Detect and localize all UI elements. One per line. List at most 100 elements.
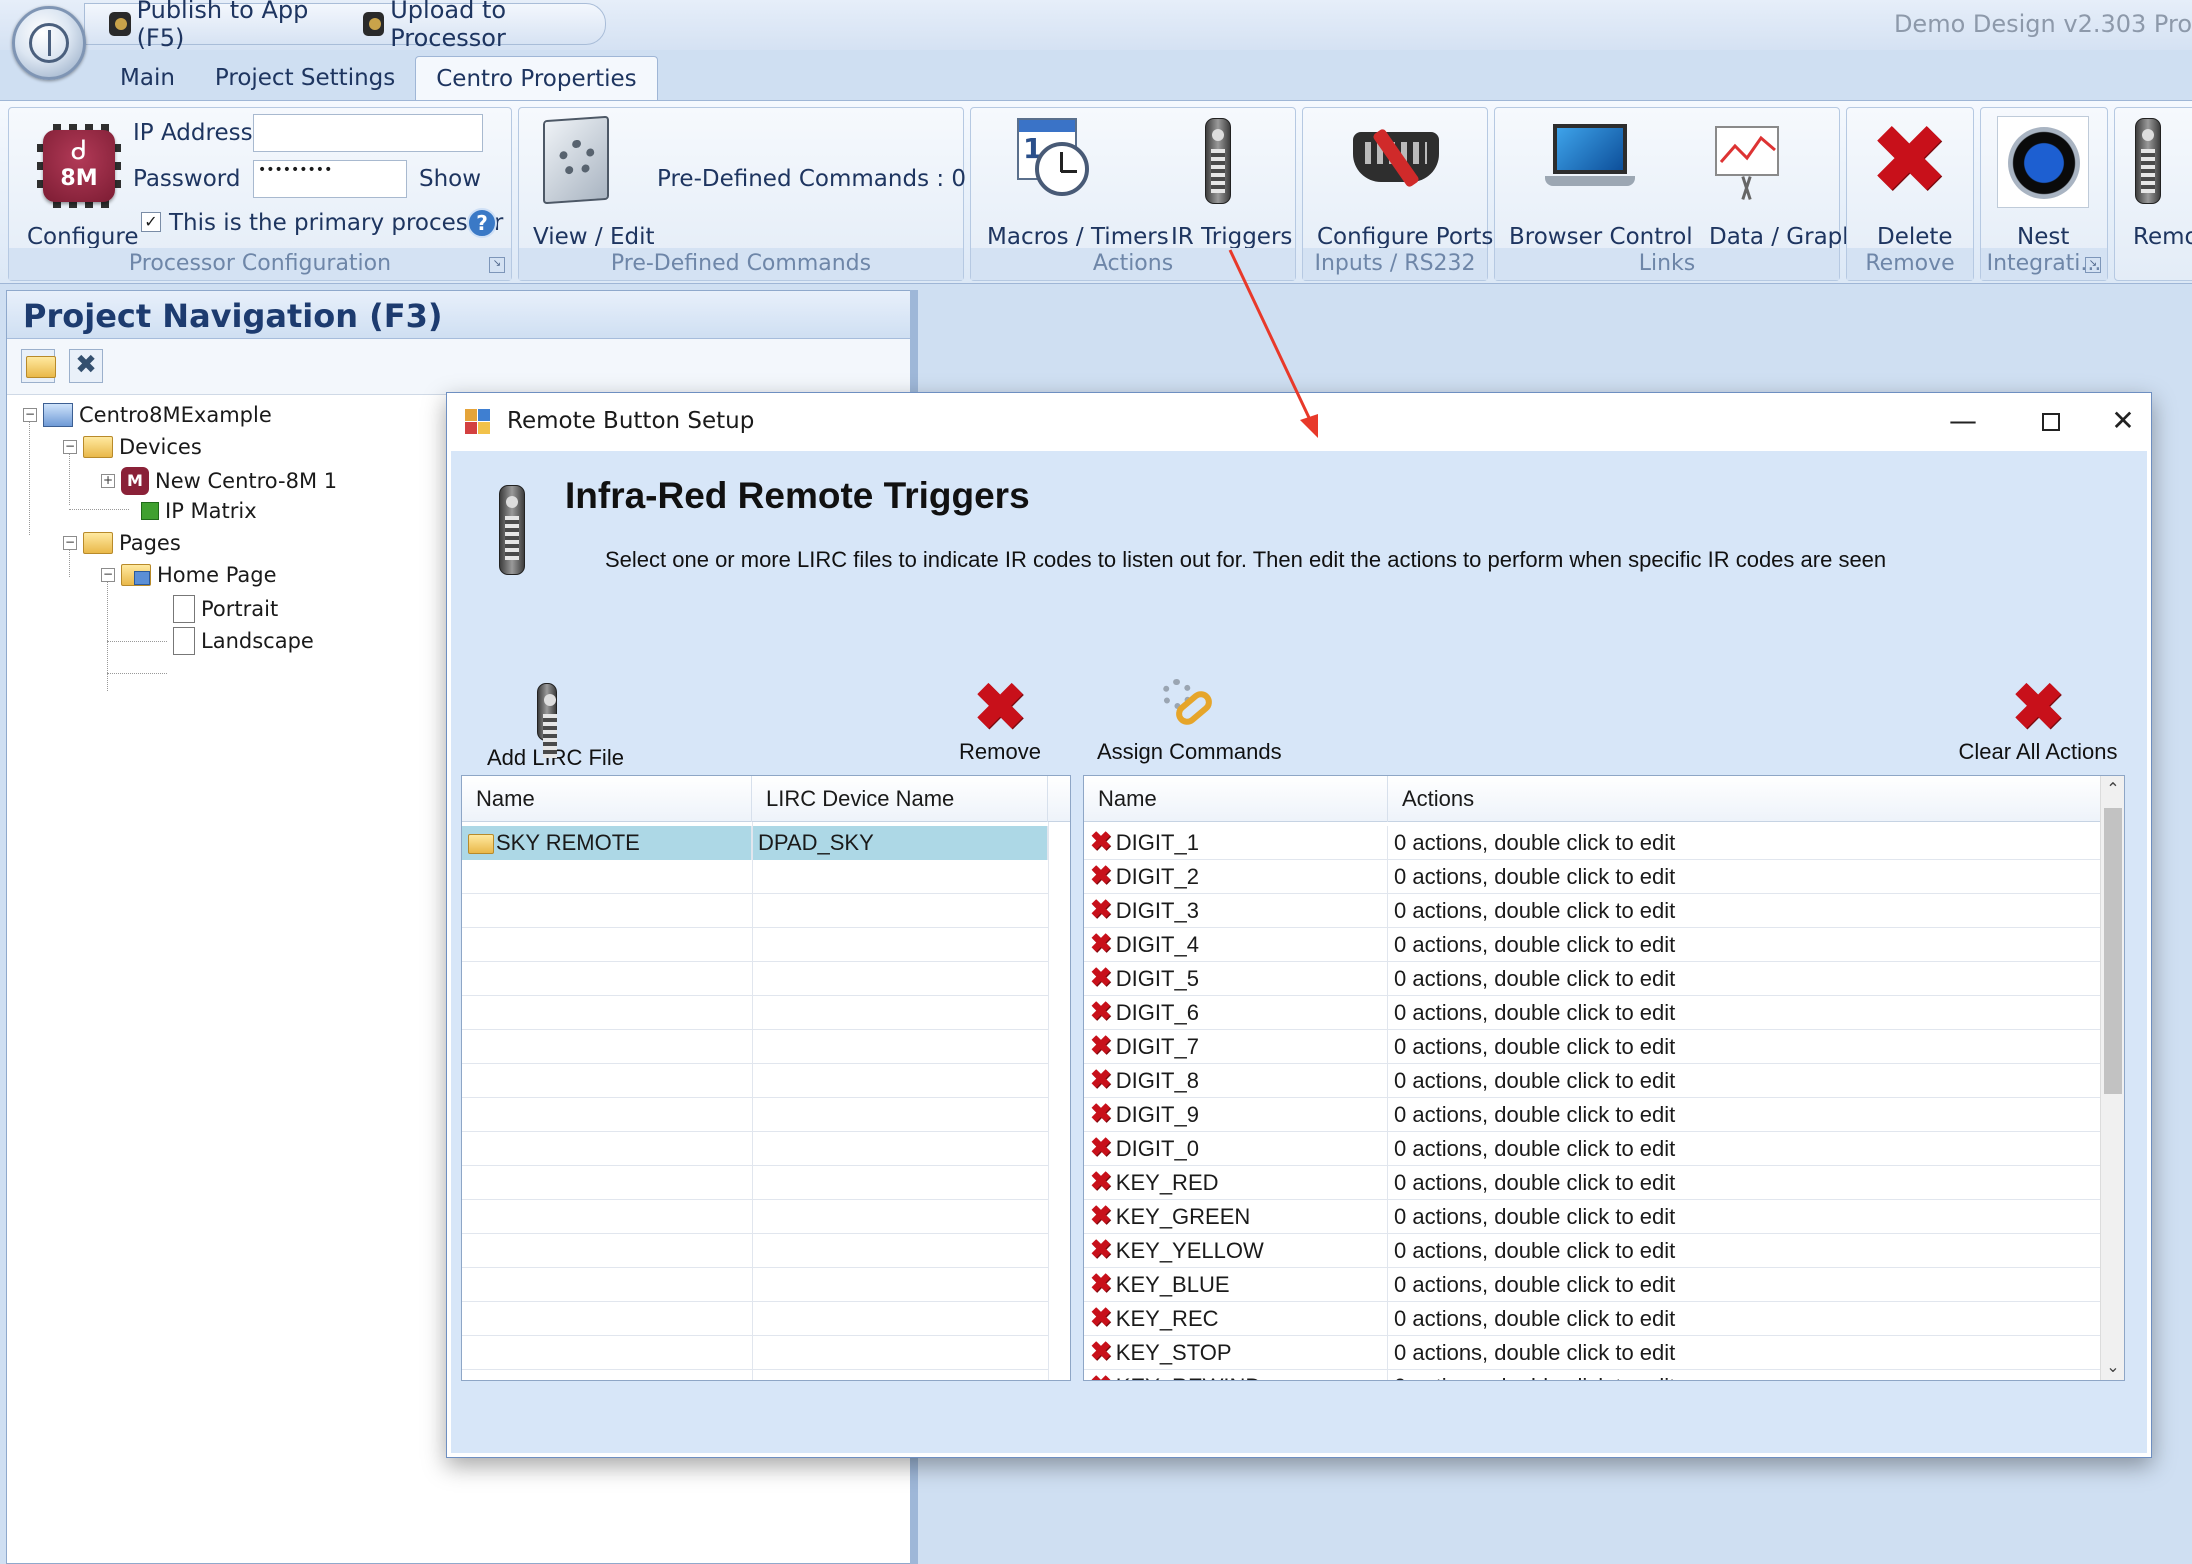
column-header-name[interactable]: Name [462,776,752,822]
delete-button[interactable]: Delete [1877,224,1953,250]
minimize-button[interactable]: — [1941,401,1985,441]
close-project-button[interactable]: ✖ [69,349,103,383]
ir-code-row[interactable]: ✖ DIGIT_8 0 actions, double click to edit [1084,1064,2102,1098]
remote-icon [2135,118,2161,204]
publish-to-app-button[interactable]: Publish to App (F5) [109,0,341,52]
close-x-icon: ✖ [75,350,97,380]
tree-item-ip-matrix[interactable]: IP Matrix [141,499,257,523]
actions-group: 1 Macros / Timers IR Triggers Actions [970,107,1296,281]
empty-row [462,1302,1048,1336]
primary-processor-checkbox[interactable]: ✓ [141,212,161,232]
integration-launcher-icon[interactable]: ↘ [2085,257,2101,273]
tab-main[interactable]: Main [100,56,195,100]
no-action-x-icon: ✖ [1090,1268,1112,1298]
ip-address-input[interactable] [253,114,483,152]
tree-item-home-page[interactable]: − Home Page [101,563,277,587]
ir-code-row[interactable]: ✖ DIGIT_7 0 actions, double click to edit [1084,1030,2102,1064]
clear-all-actions-button[interactable]: ✖ Clear All Actions [1953,675,2123,765]
column-header-code-name[interactable]: Name [1084,776,1388,822]
ir-code-name-cell: ✖ KEY_REWIND [1084,1370,1388,1380]
nest-button[interactable]: Nest [2017,224,2069,250]
ir-code-row[interactable]: ✖ DIGIT_9 0 actions, double click to edit [1084,1098,2102,1132]
ir-code-name-cell: ✖ KEY_YELLOW [1084,1234,1388,1268]
scroll-down-icon[interactable]: ⌄ [2101,1354,2124,1380]
collapse-icon[interactable]: − [23,408,37,422]
inputs-rs232-group: Configure Ports Inputs / RS232 [1302,107,1493,281]
application-menu-button[interactable] [12,6,86,80]
delete-x-icon: ✖ [1869,104,1950,216]
ir-remote-icon [1205,118,1231,204]
ir-code-name-cell: ✖ KEY_GREEN [1084,1200,1388,1234]
ir-code-row[interactable]: ✖ DIGIT_4 0 actions, double click to edit [1084,928,2102,962]
tab-centro-properties[interactable]: Centro Properties [415,56,658,100]
ir-code-row[interactable]: ✖ KEY_REC 0 actions, double click to edit [1084,1302,2102,1336]
remote-button[interactable]: Remo [2133,224,2192,250]
lirc-device-cell: DPAD_SKY [752,826,1048,860]
tree-item-project[interactable]: − Centro8MExample [23,403,272,427]
password-input[interactable]: ••••••••• [253,160,407,198]
ir-code-actions-cell: 0 actions, double click to edit [1394,1204,1676,1229]
vertical-scrollbar[interactable]: ⌃ ⌄ [2100,776,2124,1380]
no-action-x-icon: ✖ [1090,860,1112,890]
primary-processor-label: This is the primary processor [169,210,504,236]
ir-code-name: DIGIT_0 [1115,1136,1199,1161]
close-button[interactable]: ✕ [2101,401,2145,441]
macros-timers-button[interactable]: Macros / Timers [987,224,1169,250]
dialog-titlebar: Remote Button Setup — ✕ [447,393,2151,451]
lirc-table-row[interactable]: SKY REMOTE DPAD_SKY [462,826,1048,860]
assign-commands-button[interactable]: Assign Commands [1097,675,1282,765]
tree-item-portrait[interactable]: Portrait [173,595,278,623]
ir-code-actions-cell: 0 actions, double click to edit [1394,1034,1676,1059]
assign-gear-link-icon [1152,675,1222,739]
tree-item-pages[interactable]: − Pages [63,531,181,555]
ir-code-row[interactable]: ✖ DIGIT_6 0 actions, double click to edit [1084,996,2102,1030]
ir-code-name: KEY_GREEN [1115,1204,1251,1229]
codes-table-header: Name Actions [1084,776,2100,822]
expand-icon[interactable]: + [101,474,115,488]
collapse-icon[interactable]: − [101,568,115,582]
column-header-lirc-device[interactable]: LIRC Device Name [752,776,1048,822]
data-graphs-button[interactable]: Data / Graphs [1709,224,1869,250]
view-edit-button[interactable]: View / Edit [533,224,655,250]
laptop-icon [1545,124,1635,194]
ir-code-row[interactable]: ✖ KEY_STOP 0 actions, double click to edit [1084,1336,2102,1370]
scroll-up-icon[interactable]: ⌃ [2101,776,2124,802]
column-header-actions[interactable]: Actions [1388,776,2102,822]
collapse-icon[interactable]: − [63,536,77,550]
tree-label: IP Matrix [165,499,257,523]
open-folder-button[interactable] [21,349,56,383]
browser-control-button[interactable]: Browser Control [1509,224,1693,250]
configure-button[interactable]: Configure [27,224,138,250]
add-lirc-file-button[interactable]: Add LIRC File [487,683,624,771]
ir-code-row[interactable]: ✖ DIGIT_0 0 actions, double click to edit [1084,1132,2102,1166]
ir-code-row[interactable]: ✖ KEY_RED 0 actions, double click to edit [1084,1166,2102,1200]
tab-project-settings[interactable]: Project Settings [195,56,415,100]
dialog-launcher-icon[interactable]: ↘ [489,257,505,273]
collapse-icon[interactable]: − [63,440,77,454]
minimize-icon: — [1949,404,1977,437]
ir-triggers-button[interactable]: IR Triggers [1171,224,1292,250]
tree-item-centro-8m[interactable]: + M New Centro-8M 1 [101,467,337,495]
tree-item-landscape[interactable]: Landscape [173,627,314,655]
tree-item-devices[interactable]: − Devices [63,435,202,459]
ir-code-actions-cell: 0 actions, double click to edit [1394,1340,1676,1365]
configure-ports-button[interactable]: Configure Ports [1317,224,1493,250]
scrollbar-thumb[interactable] [2104,808,2122,1094]
ir-code-row[interactable]: ✖ DIGIT_3 0 actions, double click to edit [1084,894,2102,928]
remove-lirc-button[interactable]: ✖ Remove [955,675,1045,765]
help-icon[interactable]: ? [467,208,497,238]
processor-configuration-group: ᑯ 8M Configure IP Address Password •••••… [8,107,512,281]
ir-code-row[interactable]: ✖ KEY_BLUE 0 actions, double click to edit [1084,1268,2102,1302]
empty-row [462,860,1048,894]
ir-code-row[interactable]: ✖ DIGIT_2 0 actions, double click to edit [1084,860,2102,894]
settings-document-icon [543,115,609,205]
ir-code-row[interactable]: ✖ KEY_REWIND 0 actions, double click to ed… [1084,1370,2102,1380]
maximize-button[interactable] [2029,401,2073,441]
ir-code-row[interactable]: ✖ KEY_YELLOW 0 actions, double click to ed… [1084,1234,2102,1268]
ir-code-row[interactable]: ✖ DIGIT_1 0 actions, double click to edit [1084,826,2102,860]
upload-to-processor-button[interactable]: Upload to Processor [362,0,605,52]
ir-code-name: DIGIT_5 [1115,966,1199,991]
show-password-button[interactable]: Show [419,166,481,192]
ir-code-row[interactable]: ✖ DIGIT_5 0 actions, double click to edit [1084,962,2102,996]
ir-code-row[interactable]: ✖ KEY_GREEN 0 actions, double click to edi… [1084,1200,2102,1234]
